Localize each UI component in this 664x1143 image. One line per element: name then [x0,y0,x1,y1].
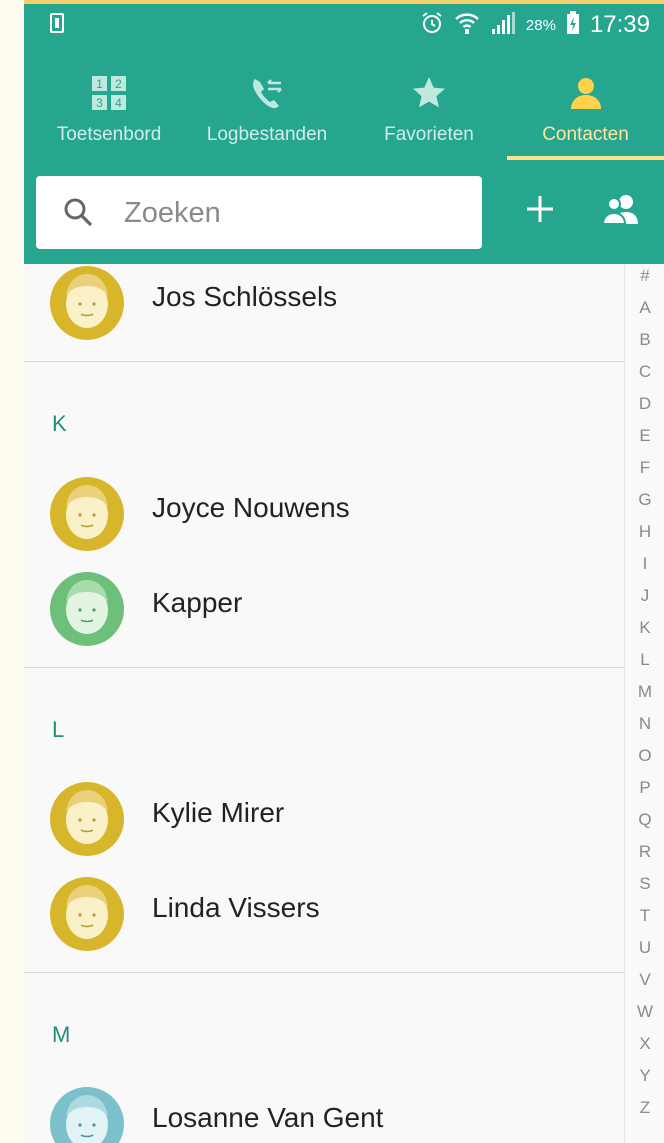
contact-name: Jos Schlössels [152,281,338,312]
avatar [50,877,124,951]
phone-screen: 28% 17:39 1234 Toetsenbord Logbestanden … [0,0,664,1143]
contact-name: Joyce Nouwens [152,492,350,523]
index-letter[interactable]: N [625,714,664,734]
add-contact-button[interactable] [515,186,565,236]
index-letter[interactable]: Q [625,810,664,830]
index-letter[interactable]: I [625,554,664,574]
section-letter: K [52,411,67,436]
list-item[interactable]: Linda Vissers [24,868,624,960]
star-icon [411,75,447,116]
section-letter: L [52,717,65,742]
index-letter[interactable]: P [625,778,664,798]
keypad-icon: 1234 [91,75,127,116]
tab-contacten[interactable]: Contacten [507,46,664,158]
section-divider [24,667,624,668]
tab-label: Favorieten [384,124,474,145]
index-letter[interactable]: # [625,266,664,286]
index-letter[interactable]: V [625,970,664,990]
app-header: 1234 Toetsenbord Logbestanden Favorieten… [24,46,664,264]
index-letter[interactable]: K [625,618,664,638]
index-letter[interactable]: G [625,490,664,510]
image-left-edge [0,0,24,1143]
groups-icon [601,193,640,230]
status-bar: 28% 17:39 [24,4,664,46]
battery-percent: 28% [525,16,556,34]
plus-icon [524,193,556,230]
search-icon [62,196,94,233]
signal-icon [490,11,516,40]
battery-charging-icon [566,10,580,40]
section-divider [24,361,624,362]
alphabet-index[interactable]: # A B C D E F G H I J K L M N O P Q R S … [624,264,664,1143]
avatar [50,572,124,646]
tab-favorieten[interactable]: Favorieten [354,46,504,158]
list-item[interactable]: Losanne Van Gent [24,1078,624,1143]
list-item[interactable]: Kapper [24,563,624,655]
index-letter[interactable]: T [625,906,664,926]
svg-text:1: 1 [96,77,103,91]
avatar [50,477,124,551]
index-letter[interactable]: Z [625,1098,664,1118]
contact-list: Jos Schlössels K Joyce Nouwens Kapper L … [24,264,624,1143]
tab-toetsenbord[interactable]: 1234 Toetsenbord [28,46,190,158]
alarm-icon [420,11,444,40]
contact-icon [568,75,604,116]
index-letter[interactable]: Y [625,1066,664,1086]
wifi-icon [454,10,480,41]
section-divider [24,972,624,973]
index-letter[interactable]: B [625,330,664,350]
list-item[interactable]: Jos Schlössels [24,257,624,349]
index-letter[interactable]: D [625,394,664,414]
avatar [50,266,124,340]
index-letter[interactable]: S [625,874,664,894]
svg-text:2: 2 [115,77,122,91]
tab-label: Logbestanden [206,124,328,145]
tab-label: Contacten [542,124,629,145]
index-letter[interactable]: R [625,842,664,862]
tab-label: Toetsenbord [56,124,162,145]
index-letter[interactable]: W [625,1002,664,1022]
index-letter[interactable]: U [625,938,664,958]
index-letter[interactable]: H [625,522,664,542]
search-input[interactable] [122,190,466,236]
list-item[interactable]: Joyce Nouwens [24,468,624,560]
contact-name: Linda Vissers [152,892,320,923]
svg-text:3: 3 [96,96,103,110]
contact-name: Kylie Mirer [152,797,285,828]
index-letter[interactable]: C [625,362,664,382]
index-letter[interactable]: M [625,682,664,702]
tab-bar: 1234 Toetsenbord Logbestanden Favorieten… [24,46,664,160]
list-item[interactable]: Kylie Mirer [24,773,624,865]
clock: 17:39 [589,11,650,38]
contact-name: Kapper [152,587,243,618]
index-letter[interactable]: F [625,458,664,478]
index-letter[interactable]: J [625,586,664,606]
sim-icon [50,13,64,33]
index-letter[interactable]: E [625,426,664,446]
svg-text:4: 4 [115,96,122,110]
avatar [50,782,124,856]
active-tab-indicator [507,156,664,160]
avatar [50,1087,124,1143]
index-letter[interactable]: X [625,1034,664,1054]
groups-button[interactable] [596,186,646,236]
search-box[interactable] [36,176,482,249]
tab-logbestanden[interactable]: Logbestanden [190,46,344,158]
index-letter[interactable]: A [625,298,664,318]
index-letter[interactable]: O [625,746,664,766]
index-letter[interactable]: L [625,650,664,670]
call-log-icon [249,75,285,116]
contact-name: Losanne Van Gent [152,1102,384,1133]
section-letter: M [52,1022,71,1047]
